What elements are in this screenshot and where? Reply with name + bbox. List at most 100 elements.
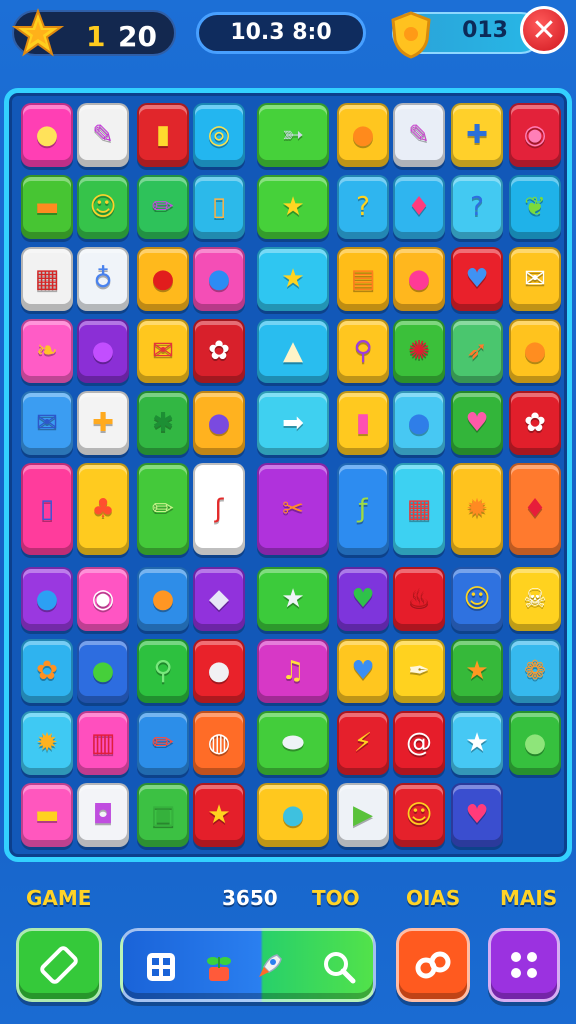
game-tile[interactable]: ♥ — [337, 639, 389, 703]
game-tile[interactable]: ● — [137, 567, 189, 631]
game-tile[interactable]: ✒ — [393, 639, 445, 703]
game-tile[interactable]: ✿ — [193, 319, 245, 383]
game-tile[interactable]: ★ — [257, 175, 329, 239]
game-tile[interactable]: ⚲ — [337, 319, 389, 383]
orange-balloon-icon: ● — [523, 336, 547, 366]
game-tile[interactable]: ✉ — [137, 319, 189, 383]
game-tile[interactable]: ▬ — [21, 783, 73, 847]
game-tile[interactable]: ♥ — [451, 391, 503, 455]
game-tile[interactable]: ● — [137, 247, 189, 311]
game-tile[interactable]: ● — [77, 639, 129, 703]
game-tile[interactable]: ▤ — [337, 247, 389, 311]
game-tile[interactable]: ✂ — [257, 463, 329, 555]
game-tile[interactable]: ♁ — [77, 247, 129, 311]
game-tile[interactable]: ♥ — [451, 247, 503, 311]
game-tile[interactable]: ● — [337, 103, 389, 167]
game-tile[interactable]: ★ — [257, 247, 329, 311]
game-tile[interactable]: ✿ — [21, 639, 73, 703]
game-tile[interactable]: ❧ — [21, 319, 73, 383]
game-tile[interactable]: ▥ — [77, 711, 129, 775]
game-tile[interactable]: ● — [21, 567, 73, 631]
game-tile[interactable]: ⬬ — [257, 711, 329, 775]
game-tile[interactable]: ⚡ — [337, 711, 389, 775]
game-tile[interactable]: ƒ — [337, 463, 389, 555]
game-tile[interactable]: ➶ — [451, 319, 503, 383]
game-tile[interactable]: ◉ — [509, 103, 561, 167]
game-tile[interactable]: ʃ — [193, 463, 245, 555]
game-tile[interactable]: ✎ — [393, 103, 445, 167]
game-tile[interactable]: ◎ — [193, 103, 245, 167]
search-button[interactable] — [317, 945, 361, 989]
game-tile[interactable]: ● — [257, 783, 329, 847]
game-tile[interactable]: ? — [337, 175, 389, 239]
game-tile[interactable]: ♦ — [393, 175, 445, 239]
game-tile[interactable]: ★ — [451, 711, 503, 775]
game-tile[interactable]: ● — [193, 391, 245, 455]
game-tile[interactable]: ✿ — [509, 391, 561, 455]
game-tile[interactable]: ✹ — [451, 463, 503, 555]
game-tile[interactable]: ● — [21, 103, 73, 167]
game-tile[interactable]: ● — [393, 247, 445, 311]
game-tile[interactable]: ❦ — [509, 175, 561, 239]
game-tile[interactable]: ✺ — [393, 319, 445, 383]
game-tile[interactable]: ★ — [193, 783, 245, 847]
game-tile[interactable]: ▦ — [21, 247, 73, 311]
game-tile[interactable]: ❁ — [509, 639, 561, 703]
game-tile[interactable]: ▦ — [393, 463, 445, 555]
game-tile[interactable]: ♣ — [77, 463, 129, 555]
game-tile[interactable]: ▯ — [193, 175, 245, 239]
game-tile[interactable]: ☺ — [393, 783, 445, 847]
game-tile[interactable]: ● — [193, 639, 245, 703]
game-tile[interactable]: ● — [193, 247, 245, 311]
game-tile[interactable]: ✏ — [137, 463, 189, 555]
game-tile[interactable]: ▣ — [137, 783, 189, 847]
game-tile[interactable]: ★ — [451, 639, 503, 703]
game-tile[interactable]: ◆ — [193, 567, 245, 631]
game-tile[interactable]: ✉ — [509, 247, 561, 311]
game-tile[interactable]: ☠ — [509, 567, 561, 631]
game-tile[interactable]: @ — [393, 711, 445, 775]
grid-menu-button[interactable] — [139, 945, 183, 989]
game-tile[interactable]: ✚ — [77, 391, 129, 455]
link-button[interactable] — [396, 928, 470, 1002]
game-tile[interactable]: ✹ — [21, 711, 73, 775]
game-tile[interactable]: ➡ — [257, 391, 329, 455]
game-tile[interactable]: ◍ — [193, 711, 245, 775]
mais-label: MAIS — [500, 886, 558, 910]
game-tile[interactable]: ★ — [257, 567, 329, 631]
game-tile[interactable]: ✉ — [21, 391, 73, 455]
envelope-blue-icon: ✉ — [36, 408, 58, 438]
game-tile[interactable]: ◘ — [77, 783, 129, 847]
game-tile[interactable]: ♦ — [509, 463, 561, 555]
game-tile[interactable]: ✚ — [451, 103, 503, 167]
game-tile[interactable]: ● — [393, 391, 445, 455]
game-tile[interactable]: ● — [509, 711, 561, 775]
game-tile[interactable]: ✱ — [137, 391, 189, 455]
game-tile[interactable]: ◉ — [77, 567, 129, 631]
game-tile[interactable]: ▲ — [257, 319, 329, 383]
game-tile[interactable]: ♥ — [451, 783, 503, 847]
rocket-button[interactable] — [247, 945, 291, 989]
game-tile[interactable]: ✏ — [137, 175, 189, 239]
more-button[interactable] — [488, 928, 560, 1002]
game-tile[interactable]: ? — [451, 175, 503, 239]
game-tile[interactable]: ♥ — [337, 567, 389, 631]
game-tile[interactable]: ⚲ — [137, 639, 189, 703]
game-tile[interactable]: ▯ — [21, 463, 73, 555]
game-tile[interactable]: ● — [509, 319, 561, 383]
close-button[interactable]: ✕ — [520, 6, 568, 54]
game-tile[interactable]: ✏ — [137, 711, 189, 775]
game-button[interactable] — [16, 928, 102, 1002]
game-tile[interactable]: ▶ — [337, 783, 389, 847]
game-tile[interactable]: ☺ — [451, 567, 503, 631]
game-tile[interactable]: ▮ — [337, 391, 389, 455]
game-tile[interactable]: ➳ — [257, 103, 329, 167]
game-tile[interactable]: ● — [77, 319, 129, 383]
game-tile[interactable]: ✎ — [77, 103, 129, 167]
plant-button[interactable] — [197, 945, 241, 989]
game-tile[interactable]: ▬ — [21, 175, 73, 239]
game-tile[interactable]: ▮ — [137, 103, 189, 167]
game-tile[interactable]: ♫ — [257, 639, 329, 703]
game-tile[interactable]: ☺ — [77, 175, 129, 239]
game-tile[interactable]: ♨ — [393, 567, 445, 631]
